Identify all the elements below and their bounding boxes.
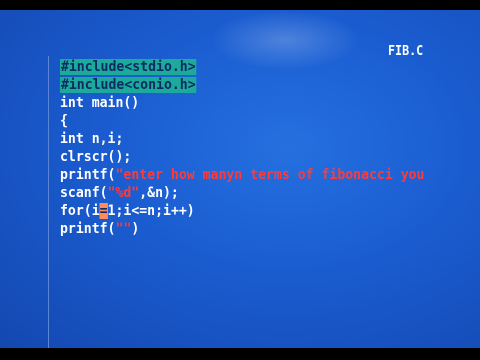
include-directive: #include<stdio.h> [60, 59, 197, 75]
code-line-9[interactable]: for(i=1;i<=n;i++) [60, 202, 455, 220]
string-literal: "%d" [107, 185, 140, 201]
string-literal: "enter how manyn terms of fibonacci you [115, 167, 425, 183]
window-border [48, 56, 49, 348]
code-line-8[interactable]: scanf("%d",&n); [60, 184, 455, 202]
file-name-title: FIB.C [388, 44, 424, 59]
code-text: scanf( [60, 185, 108, 201]
code-editor[interactable]: #include<stdio.h> #include<conio.h> int … [60, 58, 480, 238]
code-line-7[interactable]: printf("enter how manyn terms of fibonac… [60, 166, 455, 184]
top-bezel [0, 0, 480, 10]
code-line-2[interactable]: #include<conio.h> [60, 76, 455, 94]
code-line-3[interactable]: int main() [60, 94, 455, 112]
string-literal: "" [115, 221, 132, 237]
code-text: ,&n); [139, 185, 179, 201]
code-line-1[interactable]: #include<stdio.h> [60, 58, 455, 76]
code-text: clrscr(); [60, 149, 132, 165]
editor-screen: FIB.C #include<stdio.h> #include<conio.h… [0, 10, 480, 348]
include-directive: #include<conio.h> [60, 77, 197, 93]
code-line-4[interactable]: { [60, 112, 455, 130]
text-cursor: = [99, 203, 108, 219]
code-text: { [60, 113, 68, 129]
code-text: printf( [60, 221, 116, 237]
code-text: 1;i<=n;i++) [107, 203, 195, 219]
code-line-10[interactable]: printf("") [60, 220, 455, 238]
code-text: ) [131, 221, 140, 237]
bottom-bezel [0, 348, 480, 360]
code-text: printf( [60, 167, 116, 183]
code-line-6[interactable]: clrscr(); [60, 148, 455, 166]
code-line-5[interactable]: int n,i; [60, 130, 455, 148]
code-text: for(i [60, 203, 100, 219]
code-text: int main() [60, 95, 140, 111]
code-text: int n,i; [60, 131, 124, 147]
